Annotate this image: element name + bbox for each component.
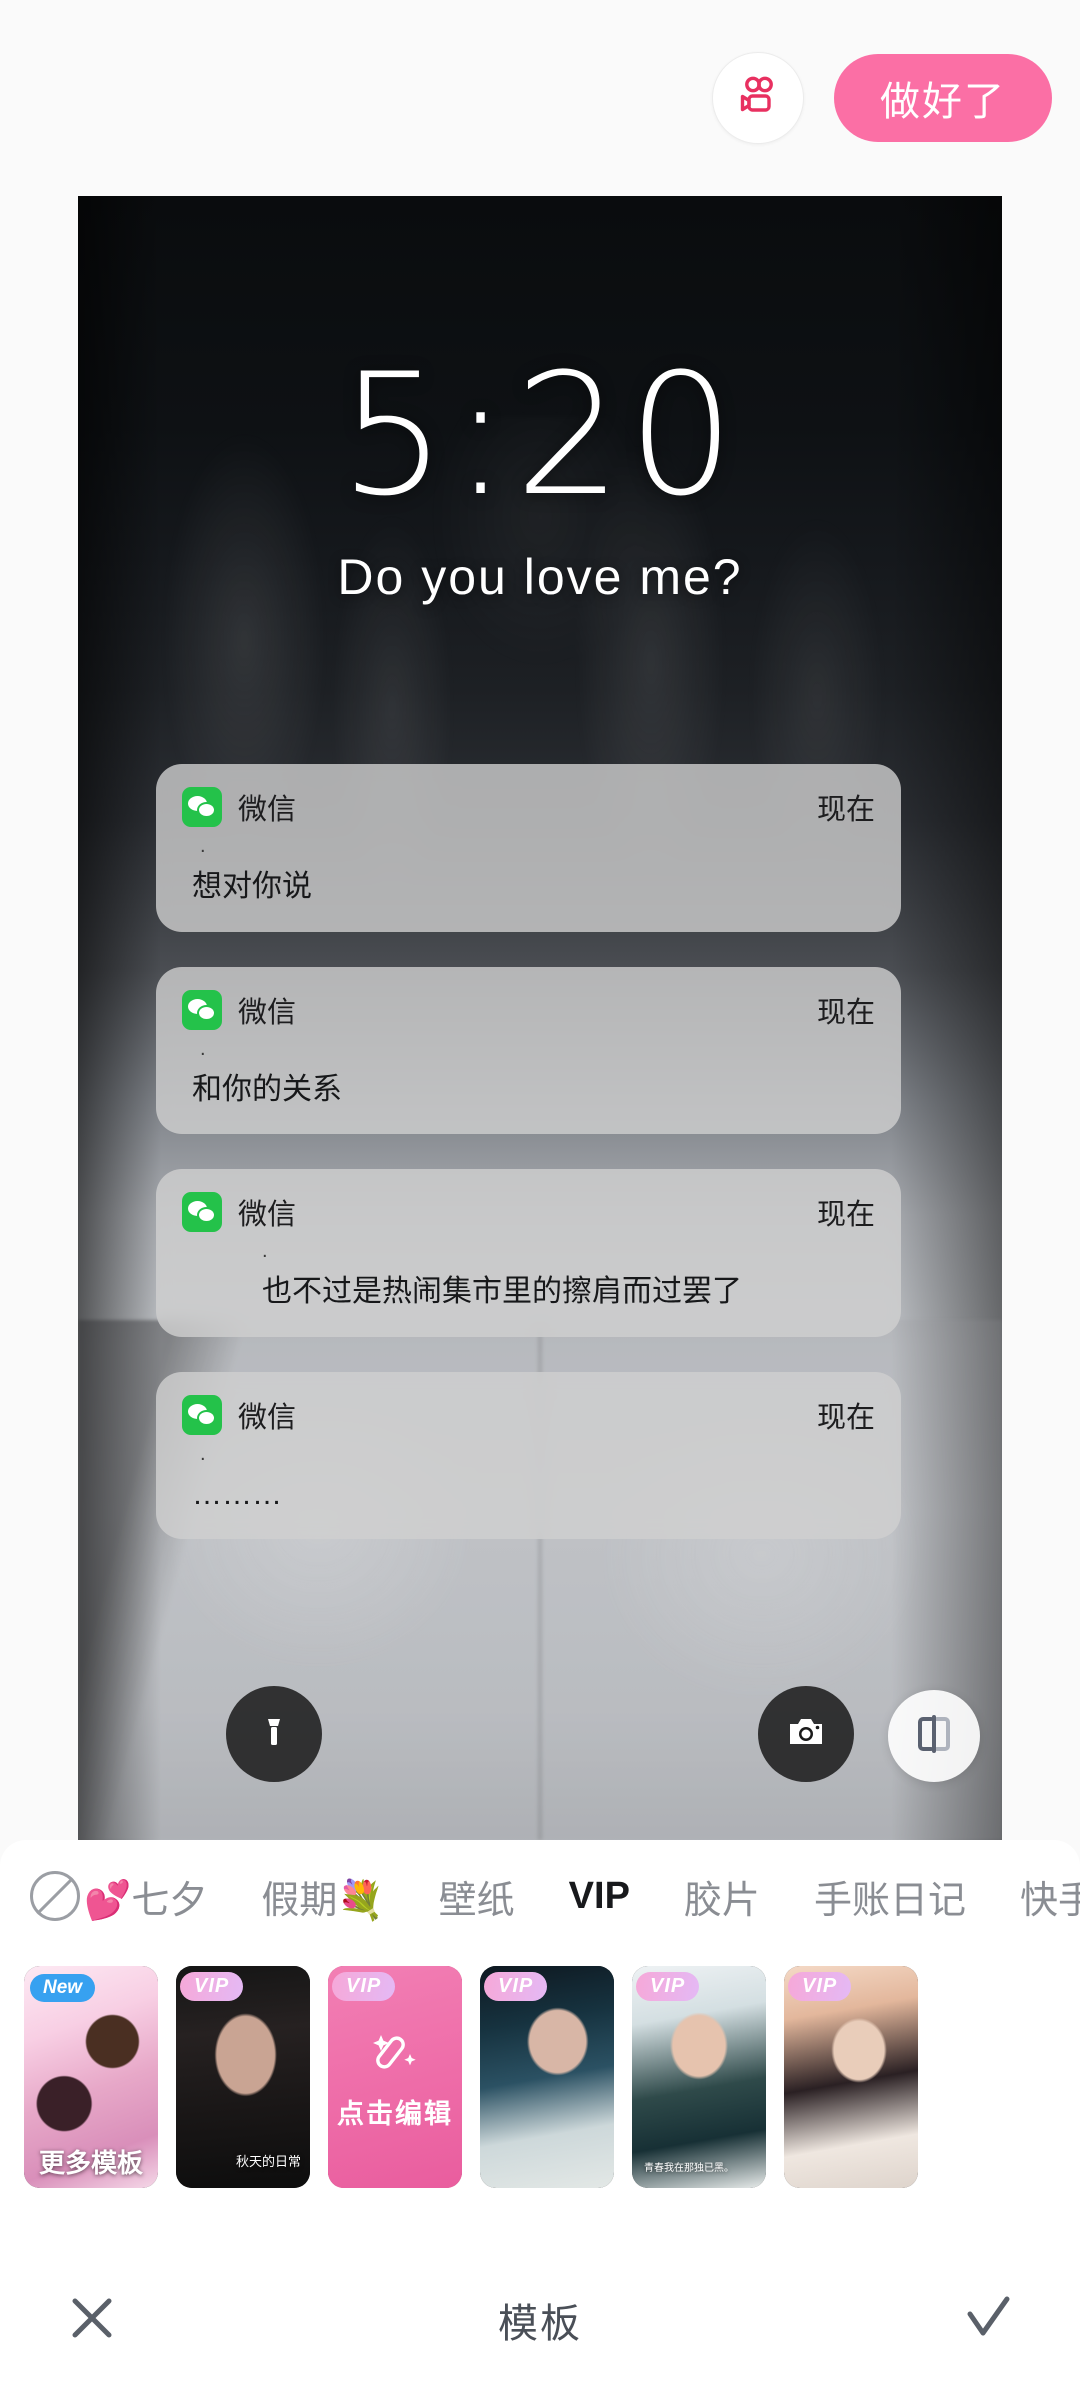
tab-label: VIP [568, 1874, 630, 1917]
tab-label: 快手烛 [1019, 1879, 1080, 1922]
template-thumbnail-list[interactable]: New 更多模板 VIP 秋天的日常 VIP 点击编辑 VIP VIP 青春我在… [0, 1952, 1080, 2202]
bottom-action-bar: 模板 [0, 2240, 1080, 2400]
notification-dot: . [200, 1442, 206, 1465]
done-button-label: 做好了 [880, 80, 1006, 124]
thumbnail-caption: 秋天的日常 [235, 2154, 301, 2169]
wechat-icon [182, 989, 222, 1030]
camera-icon [785, 1711, 827, 1758]
close-icon [64, 2298, 120, 2350]
video-camera-icon [734, 72, 782, 125]
camera-button[interactable] [758, 1686, 854, 1782]
tab-wallpaper[interactable]: 壁纸 [439, 1869, 515, 1924]
thumbnail-caption: 青春我在那独已黑。 [644, 2163, 734, 2174]
panel-title: 模板 [498, 2302, 582, 2346]
vip-badge: VIP [180, 1972, 244, 2001]
notification-app-name: 微信 [238, 794, 297, 826]
vip-badge: VIP [332, 1972, 396, 2001]
notification-body: ……… [192, 1477, 282, 1511]
no-template-icon[interactable] [30, 1871, 80, 1921]
confirm-button[interactable] [960, 2290, 1016, 2351]
edit-label: 点击编辑 [337, 2099, 453, 2129]
wechat-icon [182, 1394, 222, 1435]
lock-screen-subtitle: Do you love me? [337, 549, 743, 605]
flashlight-icon [254, 1712, 294, 1757]
notification-card[interactable]: 微信 现在 . ……… [156, 1371, 901, 1539]
tab-label: 手账日记 [813, 1879, 966, 1922]
thumbnail-caption: 更多模板 [38, 2148, 143, 2178]
cancel-button[interactable] [64, 2290, 120, 2351]
notification-time: 现在 [816, 794, 875, 826]
tab-film[interactable]: 胶片 [684, 1869, 760, 1924]
notification-body: 也不过是热闹集市里的擦肩而过罢了 [262, 1275, 742, 1308]
notification-app-name: 微信 [238, 996, 297, 1029]
notification-header: 微信 现在 [182, 1394, 875, 1436]
tab-label: 胶片 [683, 1879, 760, 1922]
template-thumbnail[interactable]: VIP 秋天的日常 [176, 1966, 310, 2188]
template-thumbnail[interactable]: VIP [480, 1966, 614, 2188]
compare-split-icon [911, 1711, 957, 1762]
notification-card[interactable]: 微信 现在 . 也不过是热闹集市里的擦肩而过罢了 [156, 1169, 901, 1337]
flashlight-button[interactable] [226, 1686, 322, 1782]
tab-label: 💕七夕 [84, 1879, 208, 1922]
check-icon [960, 2296, 1016, 2350]
notification-time: 现在 [816, 996, 875, 1029]
screen-root: 做好了 5:20 Do you love me? 微信 现在 . 想对你说 微信… [0, 0, 1080, 2400]
wechat-icon [182, 787, 222, 827]
notification-dot: . [200, 835, 206, 857]
lock-screen-time: 5:20 [339, 337, 741, 533]
category-tab-bar[interactable]: 💕七夕 假期💐 壁纸 VIP 胶片 手账日记 快手烛 [0, 1840, 1080, 1952]
vip-badge: VIP [484, 1972, 548, 2001]
tab-qixi[interactable]: 💕七夕 [30, 1869, 207, 1924]
magic-wand-icon [365, 2023, 425, 2088]
preview-canvas[interactable]: 5:20 Do you love me? 微信 现在 . 想对你说 微信 现在 … [78, 196, 1002, 1840]
notification-header: 微信 现在 [182, 1191, 875, 1233]
notification-app-name: 微信 [238, 1401, 297, 1434]
video-template-button[interactable] [712, 52, 804, 144]
notification-card[interactable]: 微信 现在 . 和你的关系 [156, 966, 901, 1134]
new-badge: New [30, 1974, 96, 2002]
notification-dot: . [262, 1240, 268, 1262]
wechat-icon [182, 1192, 222, 1232]
top-bar: 做好了 [0, 0, 1080, 196]
notification-header: 微信 现在 [182, 989, 875, 1031]
vip-badge: VIP [788, 1972, 852, 2001]
tab-label: 壁纸 [438, 1879, 515, 1922]
done-button[interactable]: 做好了 [834, 54, 1052, 142]
notification-time: 现在 [816, 1401, 875, 1434]
notification-body: 想对你说 [192, 870, 312, 903]
tab-holiday[interactable]: 假期💐 [261, 1869, 384, 1924]
notification-card[interactable]: 微信 现在 . 想对你说 [156, 764, 901, 932]
tab-journal[interactable]: 手账日记 [814, 1869, 966, 1924]
notification-header: 微信 现在 [182, 786, 875, 828]
template-thumbnail-selected[interactable]: VIP 点击编辑 [328, 1966, 462, 2188]
vip-badge: VIP [636, 1972, 700, 2001]
template-thumbnail[interactable]: New 更多模板 [24, 1966, 158, 2188]
notification-list: 微信 现在 . 想对你说 微信 现在 . 和你的关系 微信 现在 . 也不过是热… [156, 764, 901, 1574]
tab-kuaishou[interactable]: 快手烛 [1020, 1869, 1080, 1924]
tab-vip[interactable]: VIP [569, 1875, 630, 1918]
compare-button[interactable] [888, 1690, 980, 1782]
notification-time: 现在 [816, 1199, 875, 1231]
template-thumbnail[interactable]: VIP 青春我在那独已黑。 [632, 1966, 766, 2188]
notification-app-name: 微信 [238, 1199, 297, 1231]
template-thumbnail[interactable]: VIP [784, 1966, 918, 2188]
tab-label: 假期💐 [261, 1879, 385, 1922]
notification-body: 和你的关系 [192, 1072, 342, 1106]
notification-dot: . [200, 1037, 206, 1060]
